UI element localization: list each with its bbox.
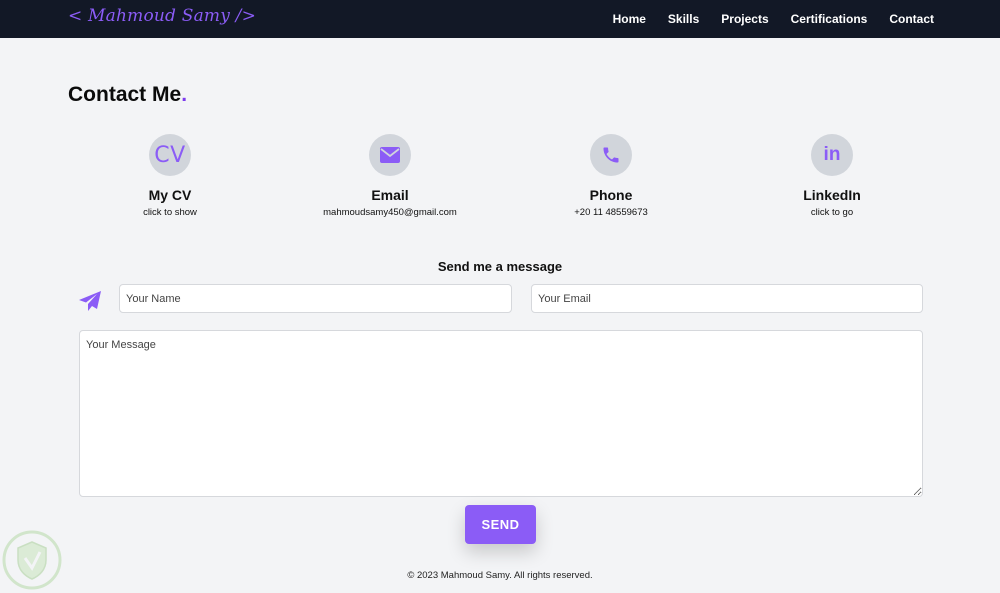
top-navbar: < Mahmoud Samy /> Home Skills Projects C… — [0, 0, 1000, 38]
watermark-svg — [2, 530, 62, 590]
phone-svg — [603, 147, 619, 163]
linkedin-icon[interactable]: in — [811, 134, 853, 176]
card-title-linkedin: LinkedIn — [803, 187, 861, 203]
nav-link-skills[interactable]: Skills — [668, 12, 699, 26]
title-dot: . — [181, 83, 188, 106]
envelope-icon[interactable] — [369, 134, 411, 176]
nav-link-projects[interactable]: Projects — [721, 12, 768, 26]
card-sub-email: mahmoudsamy450@gmail.com — [323, 207, 457, 218]
nav-link-certifications[interactable]: Certifications — [791, 12, 868, 26]
contact-card-linkedin[interactable]: in LinkedIn click to go — [732, 134, 932, 218]
card-sub-linkedin: click to go — [810, 207, 854, 218]
card-title-cv: My CV — [148, 187, 192, 203]
contact-card-phone[interactable]: Phone +20 11 48559673 — [511, 134, 711, 218]
card-sub-cv: click to show — [143, 207, 197, 218]
cv-icon[interactable]: CV — [149, 134, 191, 176]
name-input[interactable] — [119, 284, 512, 313]
nav-link-home[interactable]: Home — [613, 12, 646, 26]
message-textarea[interactable] — [79, 330, 923, 497]
contact-card-email[interactable]: Email mahmoudsamy450@gmail.com — [290, 134, 490, 218]
card-sub-phone: +20 11 48559673 — [574, 207, 648, 218]
brand-logo[interactable]: < Mahmoud Samy /> — [68, 6, 256, 26]
footer-copyright: © 2023 Mahmoud Samy. All rights reserved… — [407, 570, 593, 581]
contact-card-cv[interactable]: CV My CV click to show — [70, 134, 270, 218]
envelope-svg — [380, 147, 400, 163]
email-input[interactable] — [531, 284, 923, 313]
nav-links: Home Skills Projects Certifications Cont… — [613, 0, 934, 38]
paper-plane-icon — [78, 290, 102, 317]
message-form-title: Send me a message — [437, 259, 563, 274]
cv-icon-label: CV — [154, 142, 186, 168]
card-title-phone: Phone — [589, 187, 633, 203]
send-button[interactable]: SEND — [465, 505, 536, 544]
section-title: Contact Me. — [68, 83, 187, 107]
paper-plane-svg — [79, 291, 101, 311]
linkedin-icon-label: in — [823, 144, 841, 165]
card-title-email: Email — [371, 187, 409, 203]
nav-link-contact[interactable]: Contact — [889, 12, 934, 26]
phone-icon[interactable] — [590, 134, 632, 176]
section-title-text: Contact Me — [68, 83, 182, 106]
watermark-shield-icon — [2, 530, 62, 590]
